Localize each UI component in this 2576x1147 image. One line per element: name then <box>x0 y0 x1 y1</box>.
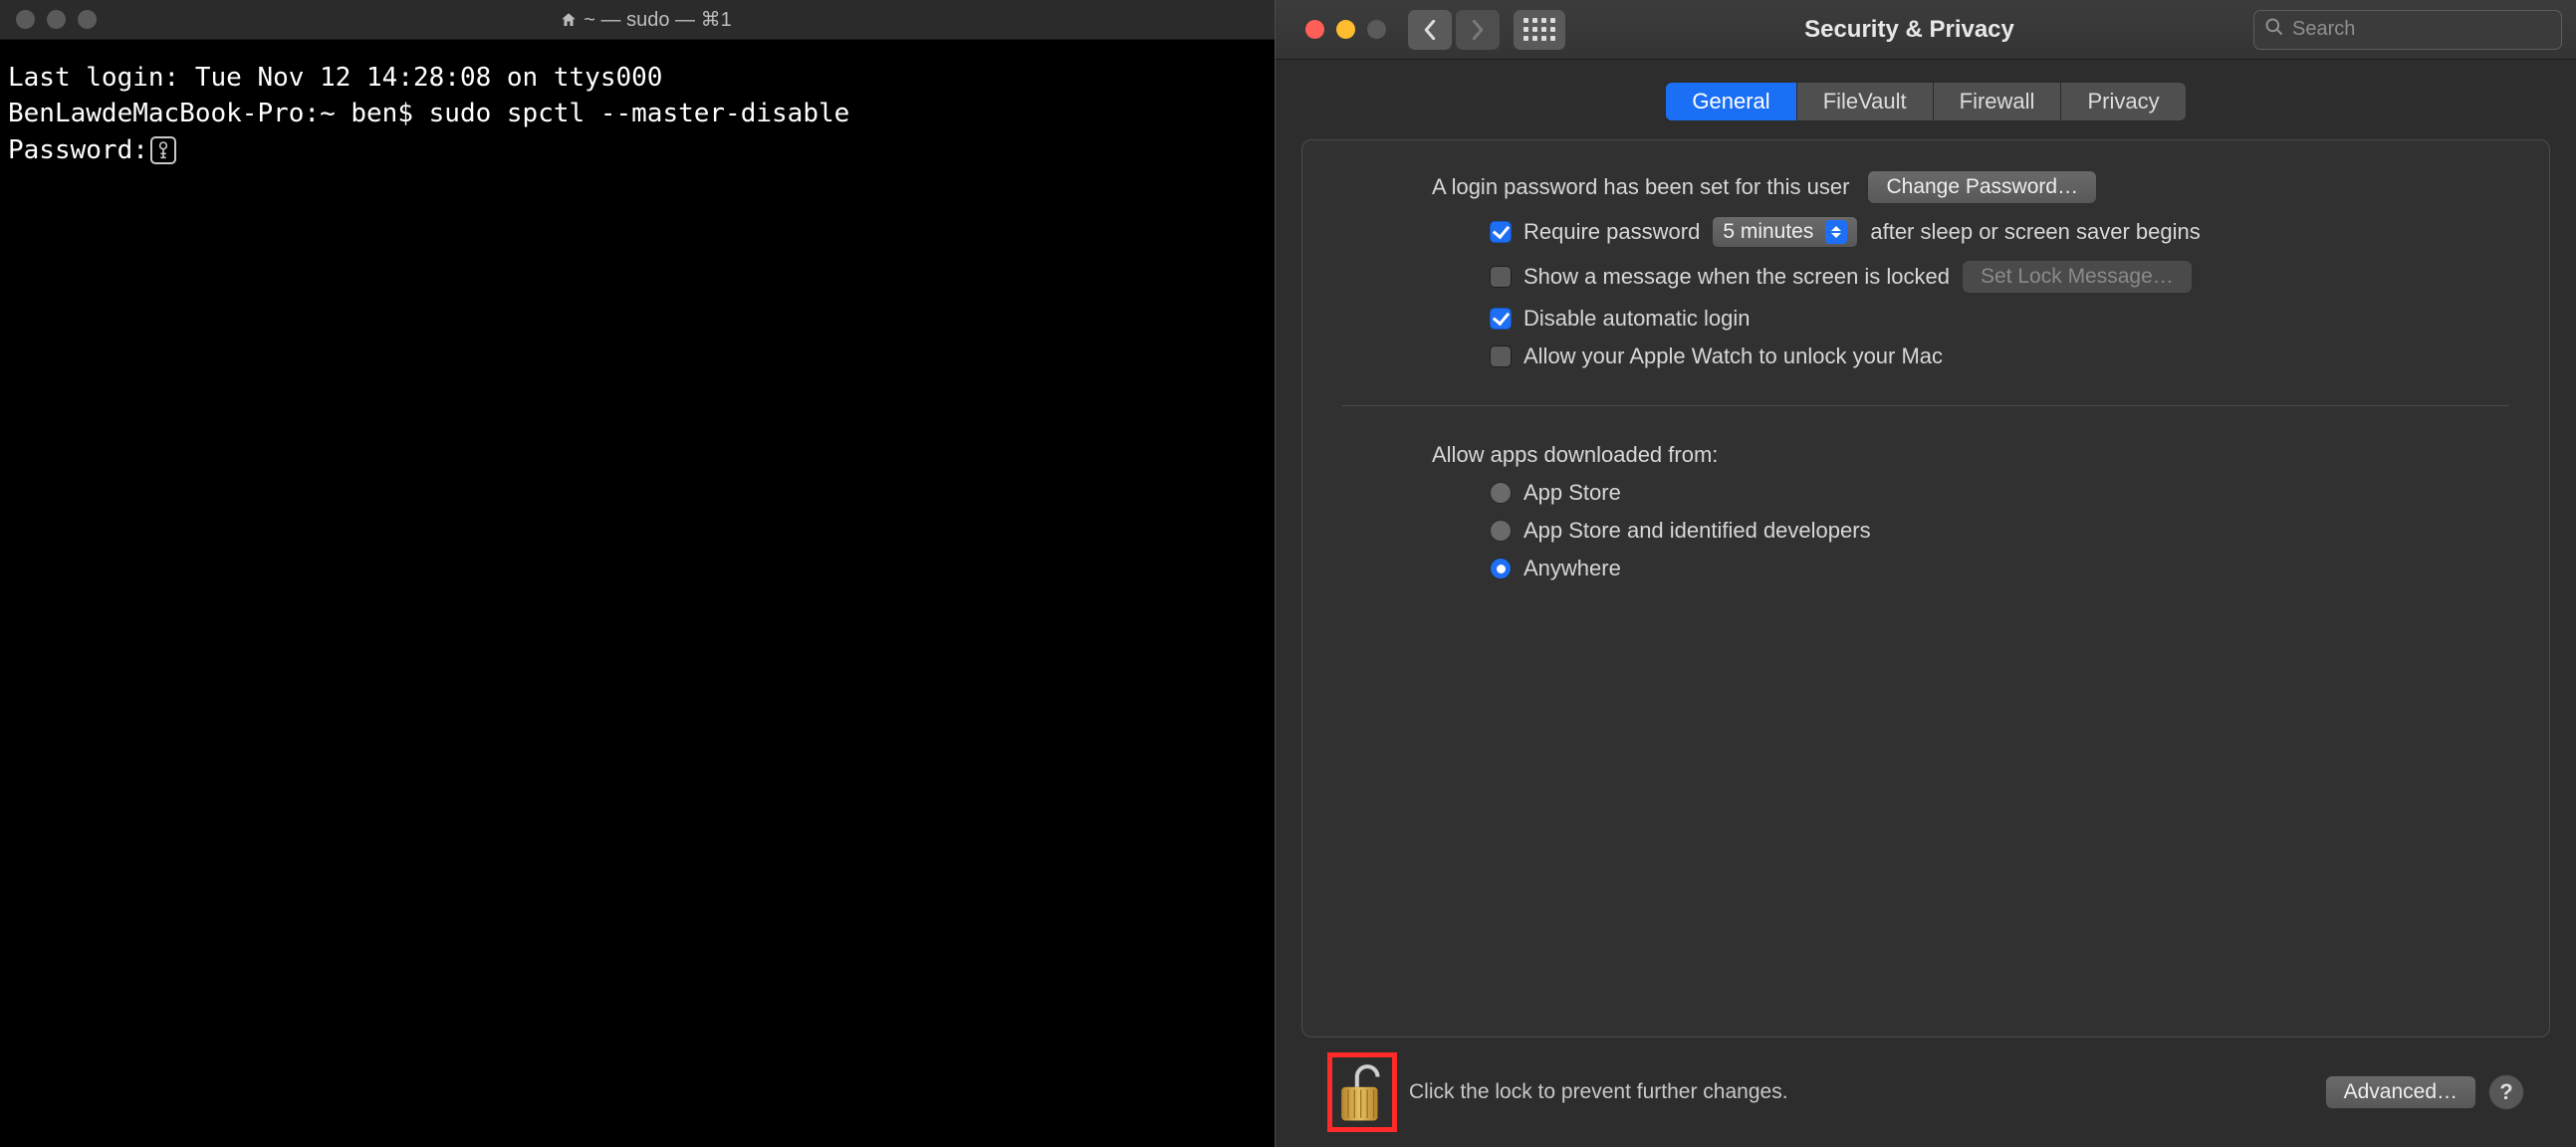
terminal-titlebar: ~ — sudo — ⌘1 <box>0 0 1275 40</box>
terminal-line-1: Last login: Tue Nov 12 14:28:08 on ttys0… <box>8 63 662 93</box>
change-password-button[interactable]: Change Password… <box>1867 170 2097 204</box>
radio-app-store[interactable] <box>1490 482 1512 504</box>
terminal-password-label: Password: <box>8 135 148 165</box>
set-lock-message-button[interactable]: Set Lock Message… <box>1962 260 2193 294</box>
lock-highlight <box>1327 1052 1397 1132</box>
show-message-checkbox[interactable] <box>1490 266 1512 288</box>
zoom-dot-icon[interactable] <box>78 10 97 29</box>
zoom-dot-icon[interactable] <box>1367 20 1386 39</box>
search-icon <box>2264 17 2284 42</box>
disable-auto-login-label: Disable automatic login <box>1523 306 1750 332</box>
radio-app-store-label: App Store <box>1523 480 1621 506</box>
minimize-dot-icon[interactable] <box>1336 20 1355 39</box>
prefs-content: General FileVault Firewall Privacy A log… <box>1276 60 2576 1147</box>
tab-privacy[interactable]: Privacy <box>2061 83 2185 120</box>
radio-app-store-row: App Store <box>1342 480 2509 506</box>
radio-anywhere-label: Anywhere <box>1523 556 1621 581</box>
tab-filevault[interactable]: FileVault <box>1797 83 1934 120</box>
radio-anywhere[interactable] <box>1490 558 1512 579</box>
allow-apps-header: Allow apps downloaded from: <box>1432 442 1718 468</box>
terminal-window: ~ — sudo — ⌘1 Last login: Tue Nov 12 14:… <box>0 0 1275 1147</box>
require-password-checkbox[interactable] <box>1490 221 1512 243</box>
disable-auto-login-row: Disable automatic login <box>1342 306 2509 332</box>
radio-identified[interactable] <box>1490 520 1512 542</box>
close-dot-icon[interactable] <box>1305 20 1324 39</box>
nav-buttons <box>1408 10 1500 50</box>
apple-watch-row: Allow your Apple Watch to unlock your Ma… <box>1342 344 2509 369</box>
unlocked-lock-icon[interactable] <box>1336 1061 1388 1123</box>
lock-hint-text: Click the lock to prevent further change… <box>1409 1080 1788 1104</box>
require-password-label: Require password <box>1523 219 1700 245</box>
disable-auto-login-checkbox[interactable] <box>1490 308 1512 330</box>
system-preferences-window: Security & Privacy General FileVault Fir… <box>1275 0 2576 1147</box>
advanced-button[interactable]: Advanced… <box>2325 1075 2476 1109</box>
tab-bar: General FileVault Firewall Privacy <box>1301 82 2550 121</box>
require-password-delay-popup[interactable]: 5 minutes <box>1712 216 1858 248</box>
terminal-title: ~ — sudo — ⌘1 <box>97 7 1195 32</box>
tab-firewall[interactable]: Firewall <box>1934 83 2062 120</box>
prefs-footer: Click the lock to prevent further change… <box>1301 1037 2550 1147</box>
key-icon <box>150 136 176 164</box>
require-password-suffix: after sleep or screen saver begins <box>1870 219 2200 245</box>
prefs-traffic-lights <box>1289 20 1386 39</box>
grid-icon <box>1523 18 1555 41</box>
apple-watch-label: Allow your Apple Watch to unlock your Ma… <box>1523 344 1943 369</box>
search-input[interactable] <box>2292 18 2556 41</box>
terminal-traffic-lights <box>0 10 97 29</box>
terminal-line-2: BenLawdeMacBook-Pro:~ ben$ sudo spctl --… <box>8 99 849 128</box>
prefs-titlebar: Security & Privacy <box>1276 0 2576 60</box>
login-password-text: A login password has been set for this u… <box>1432 174 1849 200</box>
home-icon <box>560 11 578 29</box>
prefs-title: Security & Privacy <box>1579 16 2239 44</box>
apple-watch-checkbox[interactable] <box>1490 345 1512 367</box>
divider <box>1342 405 2509 406</box>
show-all-button[interactable] <box>1514 10 1565 50</box>
terminal-title-text: ~ — sudo — ⌘1 <box>584 7 731 32</box>
close-dot-icon[interactable] <box>16 10 35 29</box>
radio-identified-label: App Store and identified developers <box>1523 518 1871 544</box>
require-password-row: Require password 5 minutes after sleep o… <box>1342 216 2509 248</box>
forward-button[interactable] <box>1456 10 1500 50</box>
minimize-dot-icon[interactable] <box>47 10 66 29</box>
require-password-delay-value: 5 minutes <box>1723 220 1813 244</box>
tab-general[interactable]: General <box>1666 83 1796 120</box>
login-password-row: A login password has been set for this u… <box>1342 170 2509 204</box>
radio-anywhere-row: Anywhere <box>1342 556 2509 581</box>
radio-identified-row: App Store and identified developers <box>1342 518 2509 544</box>
stepper-icon <box>1825 220 1847 244</box>
allow-apps-header-row: Allow apps downloaded from: <box>1342 442 2509 468</box>
general-panel: A login password has been set for this u… <box>1301 139 2550 1037</box>
search-field[interactable] <box>2253 10 2562 50</box>
terminal-body[interactable]: Last login: Tue Nov 12 14:28:08 on ttys0… <box>0 40 1275 1147</box>
help-button[interactable]: ? <box>2488 1074 2524 1110</box>
back-button[interactable] <box>1408 10 1452 50</box>
show-message-row: Show a message when the screen is locked… <box>1342 260 2509 294</box>
show-message-label: Show a message when the screen is locked <box>1523 264 1950 290</box>
